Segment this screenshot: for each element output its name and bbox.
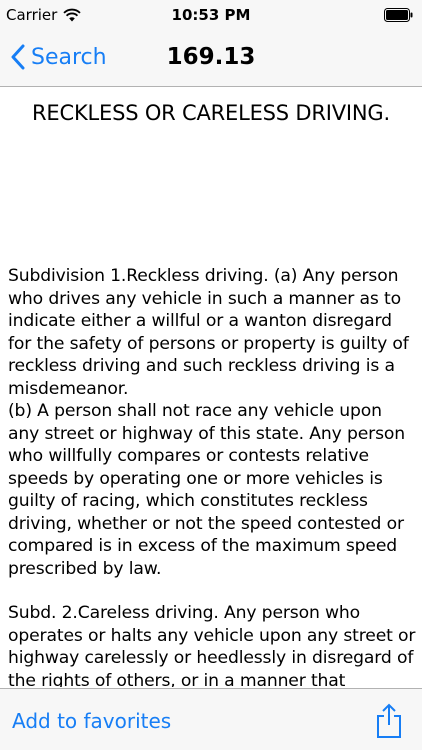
section-title: RECKLESS OR CARELESS DRIVING. bbox=[32, 101, 390, 125]
share-button[interactable] bbox=[374, 703, 404, 739]
bottom-toolbar: Add to favorites bbox=[0, 688, 422, 750]
status-time: 10:53 PM bbox=[171, 6, 251, 24]
app-screen: Carrier 10:53 PM Search 169.13 RECKLESS … bbox=[0, 0, 422, 750]
navigation-bar: Search 169.13 bbox=[0, 30, 422, 87]
statute-paragraph: Subd. 2.Careless driving. Any person who… bbox=[8, 603, 416, 687]
statute-content[interactable]: RECKLESS OR CARELESS DRIVING. Subdivisio… bbox=[0, 87, 422, 687]
add-to-favorites-button[interactable]: Add to favorites bbox=[12, 709, 171, 733]
statute-paragraph: Subdivision 1.Reckless driving. (a) Any … bbox=[8, 266, 409, 399]
statute-paragraph: (b) A person shall not race any vehicle … bbox=[8, 401, 406, 579]
battery-icon bbox=[384, 8, 413, 22]
status-bar: Carrier 10:53 PM bbox=[0, 0, 422, 30]
share-icon bbox=[377, 703, 401, 738]
page-title: 169.13 bbox=[166, 44, 256, 70]
statute-body: Subdivision 1.Reckless driving. (a) Any … bbox=[8, 265, 416, 687]
